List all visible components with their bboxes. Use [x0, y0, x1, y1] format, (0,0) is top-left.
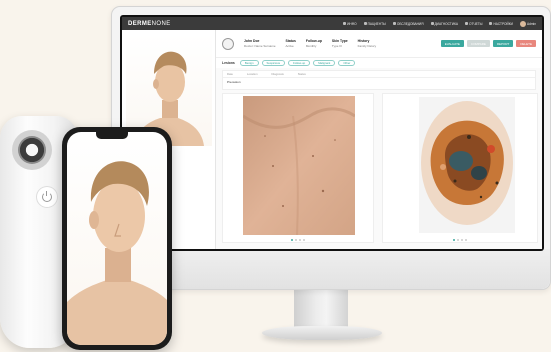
avatar-icon — [519, 20, 526, 27]
app-screen: DERMENONE ИНФО ПАЦИЕНТЫ ОБСЛЕДОВАНИЯ ДИА… — [122, 17, 542, 249]
nav-item-exams[interactable]: ОБСЛЕДОВАНИЯ — [392, 21, 424, 26]
gear-icon — [489, 22, 493, 25]
clinical-image-panel — [222, 93, 374, 243]
patient-history-col: History Family history — [358, 39, 377, 48]
nav-item-user[interactable]: Admin — [519, 20, 536, 27]
skintype-value: Type III — [331, 44, 342, 48]
nav-label: ОБСЛЕДОВАНИЯ — [396, 21, 424, 26]
filter-chip-malignant[interactable]: Malignant — [313, 60, 336, 66]
logo-light: NONE — [151, 20, 171, 27]
nav-item-reports[interactable]: ОТЧЕТЫ — [465, 22, 482, 26]
compare-button[interactable]: COMPARE — [466, 40, 490, 47]
patient-actions: EVALUATE COMPARE REPORT DELETE — [440, 40, 536, 47]
logo-bold: DERME — [128, 20, 152, 27]
delete-button[interactable]: DELETE — [516, 40, 536, 47]
lesion-table: Date Location Diagnosis Status Pre-lesio… — [222, 70, 536, 90]
history-label: History — [357, 39, 370, 43]
column-header: Location — [246, 72, 258, 76]
dermoscopy-image-panel — [382, 93, 538, 243]
lesion-filter-row: Lesions Benign Suspicious Follow-up Mali… — [216, 58, 542, 68]
filter-chip-suspicious[interactable]: Suspicious — [261, 60, 286, 66]
filter-chip-benign[interactable]: Benign — [239, 60, 259, 66]
patient-followup-col: Follow-up Monthly — [306, 39, 322, 48]
nav-label: НАСТРОЙКИ — [493, 21, 513, 26]
evaluate-button[interactable]: EVALUATE — [440, 40, 464, 47]
chart-icon — [430, 22, 434, 25]
followup-value: Monthly — [305, 44, 317, 48]
dermoscopy-image — [419, 97, 515, 233]
phone-patient-portrait — [67, 161, 167, 345]
table-header: Date Location Diagnosis Status — [223, 71, 535, 78]
user-icon — [363, 22, 367, 25]
filter-label: Lesions — [222, 61, 235, 65]
phone-notch — [96, 132, 128, 139]
phone-screen — [67, 132, 167, 345]
patient-status-col: Status Active — [286, 39, 296, 48]
skin-closeup-image — [243, 96, 355, 235]
clinical-photo[interactable] — [243, 96, 355, 235]
lens-ring — [12, 130, 52, 170]
top-nav: ИНФО ПАЦИЕНТЫ ОБСЛЕДОВАНИЯ ДИАГНОСТИКА О… — [343, 20, 536, 27]
app-logo[interactable]: DERMENONE — [128, 21, 224, 27]
table-row[interactable]: Pre-lesion — [223, 78, 535, 86]
nav-label: Admin — [526, 21, 536, 26]
monitor-chin — [112, 249, 550, 289]
patient-name-col: John Doe Doctor: Name Surname — [244, 39, 276, 48]
patient-header: John Doe Doctor: Name Surname Status Act… — [216, 30, 542, 58]
dermoscopy-photo[interactable] — [419, 97, 515, 233]
image-pager[interactable] — [223, 239, 373, 241]
patient-name: John Doe — [244, 39, 260, 43]
nav-label: ПАЦИЕНТЫ — [367, 21, 386, 26]
monitor-stand — [294, 289, 348, 329]
monitor-bezel: DERMENONE ИНФО ПАЦИЕНТЫ ОБСЛЕДОВАНИЯ ДИА… — [120, 15, 544, 251]
filter-chip-followup[interactable]: Follow-up — [288, 60, 311, 66]
image-pager[interactable] — [383, 239, 537, 241]
app-header: DERMENONE ИНФО ПАЦИЕНТЫ ОБСЛЕДОВАНИЯ ДИА… — [122, 17, 542, 30]
patient-doctor: Doctor: Name Surname — [244, 44, 276, 48]
nav-item-patients[interactable]: ПАЦИЕНТЫ — [363, 21, 386, 26]
followup-label: Follow-up — [305, 39, 322, 43]
status-label: Status — [285, 39, 296, 43]
nav-label: ОТЧЕТЫ — [469, 21, 483, 26]
filter-chip-other[interactable]: Other — [338, 60, 356, 66]
report-button[interactable]: REPORT — [492, 40, 514, 47]
smartphone — [62, 127, 172, 350]
list-icon — [392, 22, 396, 25]
grid-icon — [343, 22, 347, 25]
monitor-stand-base — [262, 326, 382, 340]
power-icon — [42, 191, 52, 202]
history-value: Family history — [357, 44, 377, 48]
nav-label: ДИАГНОСТИКА — [434, 21, 459, 26]
doc-icon — [465, 22, 469, 25]
camera-lens-icon — [18, 136, 46, 164]
patient-avatar — [222, 37, 234, 50]
monitor: DERMENONE ИНФО ПАЦИЕНТЫ ОБСЛЕДОВАНИЯ ДИА… — [111, 6, 551, 290]
column-header: Status — [297, 72, 306, 76]
nav-item-info[interactable]: ИНФО — [343, 22, 357, 26]
skintype-label: Skin Type — [331, 39, 348, 43]
column-header: Diagnosis — [271, 72, 284, 76]
status-value: Active — [285, 44, 294, 48]
patient-skintype-col: Skin Type Type III — [332, 39, 348, 48]
column-header: Date — [227, 72, 233, 76]
nav-label: ИНФО — [347, 21, 357, 26]
nav-item-diagnostics[interactable]: ДИАГНОСТИКА — [430, 21, 459, 26]
nav-item-settings[interactable]: НАСТРОЙКИ — [489, 21, 513, 26]
